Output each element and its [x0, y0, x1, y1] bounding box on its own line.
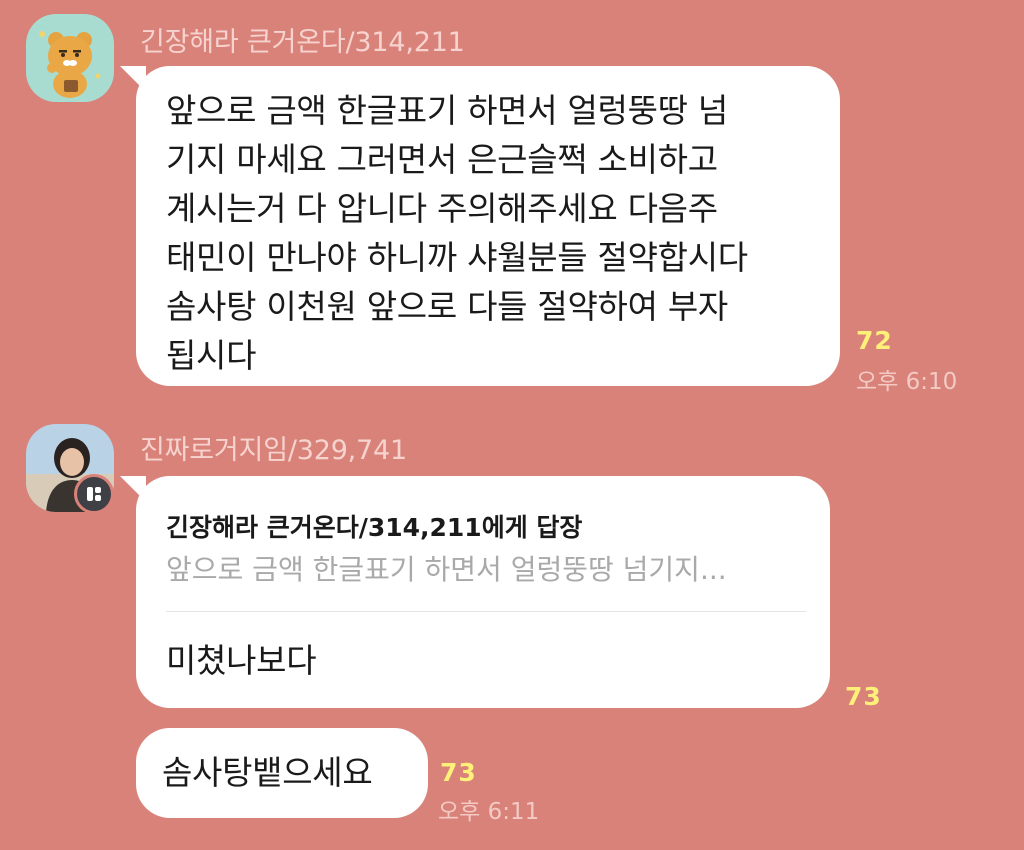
- message-bubble[interactable]: 앞으로 금액 한글표기 하면서 얼렁뚱땅 넘 기지 마세요 그러면서 은근슬쩍 …: [136, 66, 840, 386]
- message-line: 기지 마세요 그러면서 은근슬쩍 소비하고: [166, 140, 718, 179]
- message-text: 미쳤나보다: [166, 641, 317, 680]
- message-bubble[interactable]: 솜사탕뱉으세요: [136, 728, 428, 818]
- message-line: 계시는거 다 압니다 주의해주세요 다음주: [166, 189, 718, 228]
- reply-message-bubble[interactable]: 긴장해라 큰거온다/314,211에게 답장 앞으로 금액 한글표기 하면서 얼…: [136, 476, 830, 708]
- message-line: 솜사탕 이천원 앞으로 다들 절약하여 부자: [166, 287, 728, 326]
- unread-count: 73: [440, 758, 477, 787]
- unread-count: 72: [856, 326, 893, 355]
- sender-avatar[interactable]: [26, 14, 114, 102]
- message-time: 오후 6:11: [438, 799, 540, 825]
- badge-icon: [74, 474, 114, 514]
- sender-name: 진짜로거지임/329,741: [140, 435, 407, 466]
- message-line: 앞으로 금액 한글표기 하면서 얼렁뚱땅 넘: [166, 91, 728, 130]
- message-text: 솜사탕뱉으세요: [162, 753, 373, 792]
- reply-to-title: 긴장해라 큰거온다/314,211에게 답장: [166, 513, 583, 542]
- unread-count: 73: [845, 682, 882, 711]
- divider: [166, 611, 806, 612]
- message-time: 오후 6:10: [856, 369, 958, 395]
- message-line: 됩시다: [166, 336, 257, 375]
- ryan-bear-icon: [26, 14, 114, 102]
- message-line: 태민이 만나야 하니까 샤월분들 절약합시다: [166, 238, 748, 277]
- reply-preview: 앞으로 금액 한글표기 하면서 얼렁뚱땅 넘기지...: [166, 553, 727, 586]
- sender-name: 긴장해라 큰거온다/314,211: [140, 27, 465, 58]
